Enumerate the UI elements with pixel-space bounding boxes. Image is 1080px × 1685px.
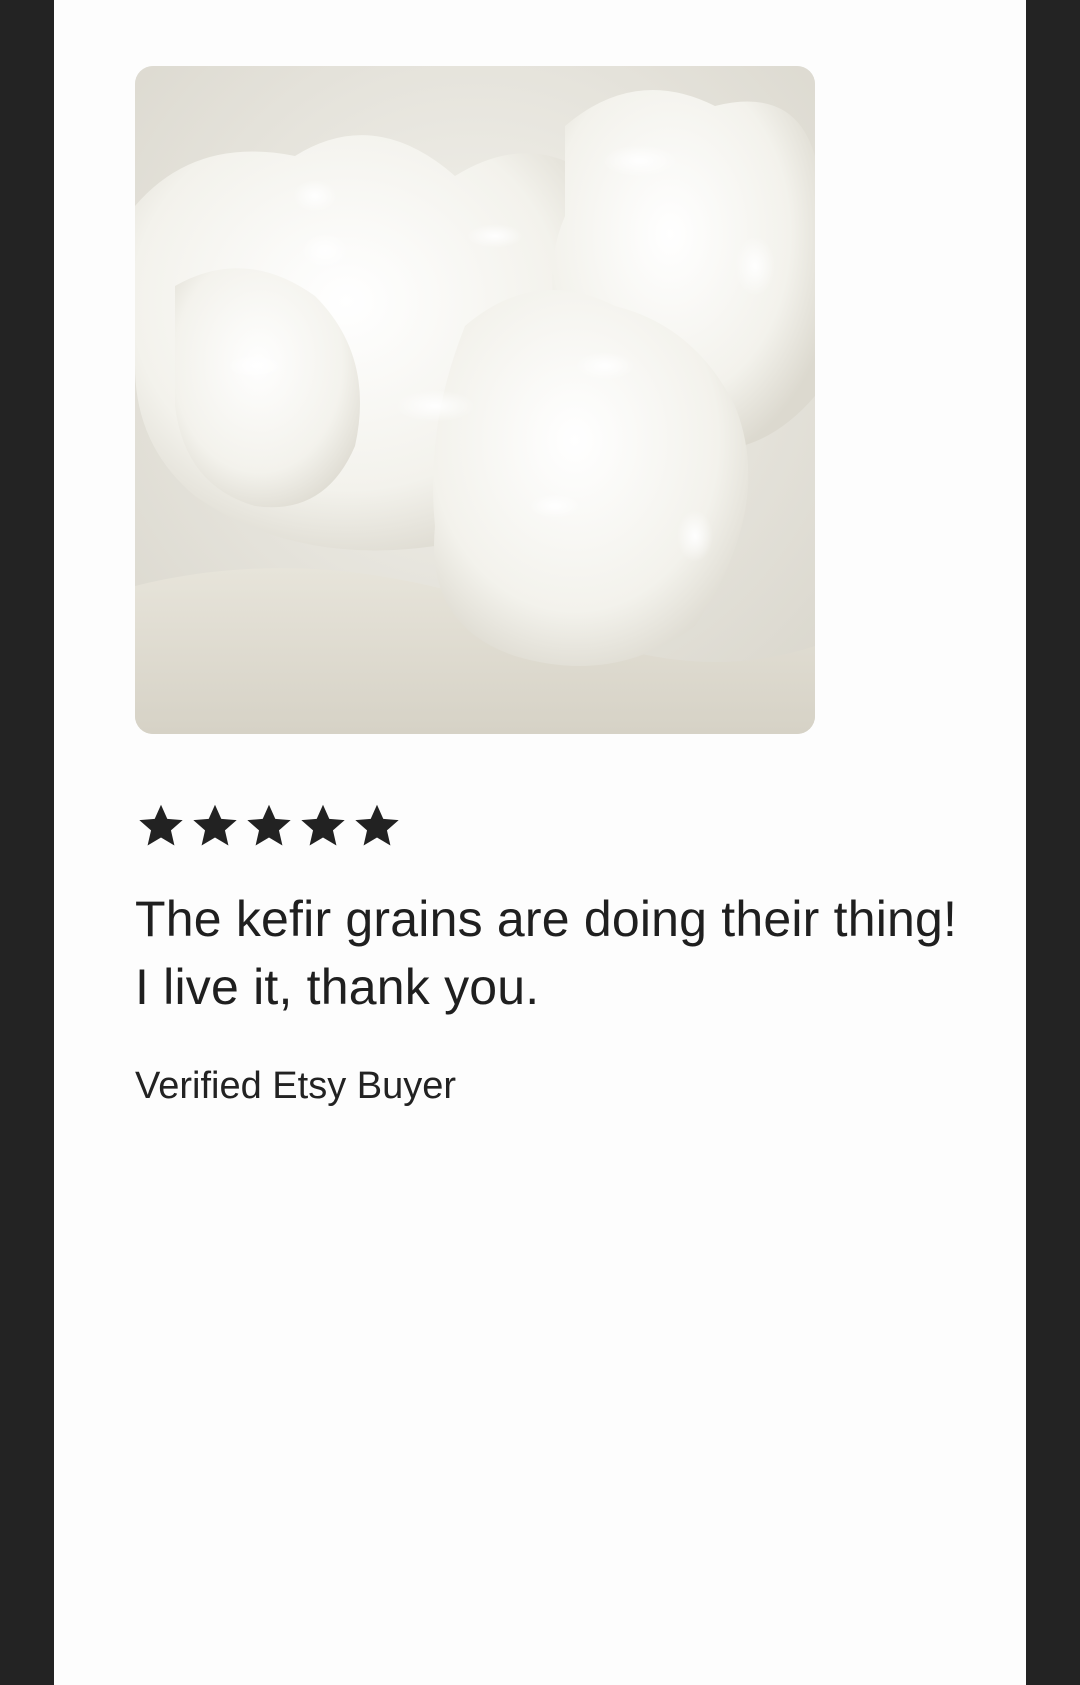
star-rating	[135, 800, 403, 856]
star-icon	[247, 804, 291, 846]
right-dark-border	[1026, 0, 1080, 1685]
star-icon	[355, 804, 399, 846]
left-dark-border	[0, 0, 54, 1685]
kefir-grains-image	[135, 66, 815, 734]
review-card: The kefir grains are doing their thing! …	[54, 0, 1026, 1685]
star-icon	[139, 804, 183, 846]
star-icon	[301, 804, 345, 846]
star-icon	[193, 804, 237, 846]
review-text: The kefir grains are doing their thing! …	[135, 891, 958, 1015]
reviewer-name: Verified Etsy Buyer	[135, 1065, 457, 1107]
review-photo[interactable]	[135, 66, 815, 734]
